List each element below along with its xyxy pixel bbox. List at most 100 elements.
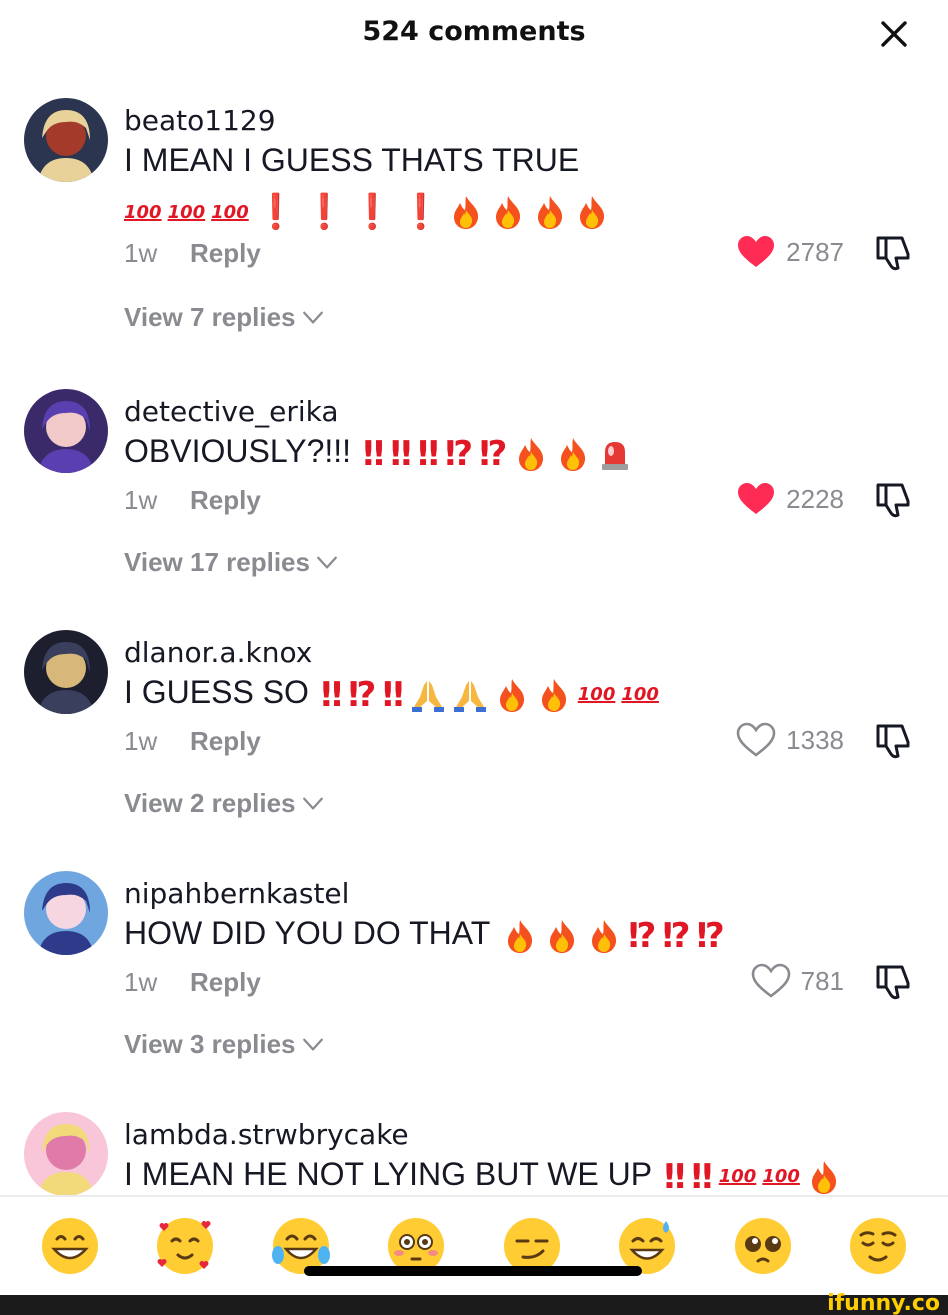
comment-text: HOW DID YOU DO THAT ⁉ ⁉ ⁉ [124, 915, 725, 954]
view-replies-label: View 17 replies [124, 547, 310, 577]
reply-button[interactable]: Reply [190, 485, 261, 515]
hearts-face-emoji[interactable] [154, 1215, 216, 1277]
like-button[interactable]: 781 [751, 963, 844, 999]
comment-emojis: 100 100 100 ❗ ❗ ❗ ❗ [124, 190, 610, 234]
chevron-down-icon [317, 556, 337, 569]
reply-button[interactable]: Reply [190, 238, 261, 268]
exclamation-emoji: ❗ [254, 192, 298, 232]
view-replies-label: View 7 replies [124, 302, 296, 332]
comment-meta: 1w Reply [124, 238, 261, 269]
comment-username[interactable]: dlanor.a.knox [124, 636, 312, 669]
double-exclamation-emoji: ‼ [382, 674, 404, 715]
heart-outline-icon [736, 722, 776, 757]
comment-item: lambda.strwbrycake I MEAN HE NOT LYING BU… [0, 1104, 948, 1195]
pleading-emoji[interactable] [732, 1215, 794, 1277]
chevron-down-icon [302, 311, 323, 324]
grin-emoji[interactable] [39, 1215, 101, 1277]
double-exclamation-emoji: ‼ [390, 433, 412, 474]
like-button[interactable]: 1338 [736, 722, 844, 758]
interrobang-emoji: ⁉ [662, 915, 691, 956]
chevron-down-icon [302, 797, 323, 810]
comment-text: I MEAN I GUESS THATS TRUE [124, 142, 579, 179]
heart-filled-icon [738, 236, 775, 267]
fire-emoji [580, 196, 605, 229]
comment-timestamp: 1w [124, 485, 158, 515]
double-exclamation-emoji: ‼ [320, 674, 343, 715]
avatar[interactable] [24, 871, 108, 955]
watermark-bar: ifunny.co [0, 1291, 948, 1315]
view-replies-button[interactable]: View 2 replies [124, 788, 324, 819]
fire-emoji [499, 678, 524, 712]
comment-item: beato1129 I MEAN I GUESS THATS TRUE 100 100… [0, 90, 948, 381]
view-replies-label: View 2 replies [124, 788, 296, 818]
fire-emoji [538, 196, 563, 229]
comment-username[interactable]: nipahbernkastel [124, 877, 349, 910]
dislike-icon[interactable] [874, 720, 912, 760]
fire-emoji [496, 196, 521, 229]
avatar[interactable] [24, 389, 108, 473]
comment-timestamp: 1w [124, 238, 158, 268]
avatar[interactable] [24, 98, 108, 182]
exclamation-emoji: ❗ [303, 192, 346, 232]
comment-text: I GUESS SO ‼ ⁉ ‼ 100 100 [124, 674, 659, 713]
siren-emoji [602, 441, 629, 470]
view-replies-button[interactable]: View 7 replies [124, 302, 324, 333]
avatar[interactable] [24, 630, 108, 714]
close-icon[interactable] [878, 18, 910, 50]
quick-emoji-bar [0, 1197, 948, 1295]
dislike-icon[interactable] [874, 479, 912, 519]
comment-username[interactable]: detective_erika [124, 395, 339, 428]
comment-text-body: I GUESS SO [124, 674, 309, 710]
double-exclamation-emoji: ‼ [417, 433, 440, 474]
home-indicator [304, 1266, 642, 1276]
double-exclamation-emoji: ‼ [363, 433, 385, 474]
comment-text-body: OBVIOUSLY?!!! [124, 433, 352, 469]
ifunny-watermark: ifunny.co [827, 1291, 940, 1315]
heart-outline-icon [751, 963, 790, 998]
fire-emoji [811, 1160, 836, 1194]
fire-emoji [454, 196, 479, 229]
comment-emojis: ‼ ‼ 100 100 [664, 1159, 842, 1195]
dislike-icon[interactable] [874, 961, 912, 1001]
reply-button[interactable]: Reply [190, 726, 261, 756]
interrobang-emoji: ⁉ [479, 433, 508, 474]
hundred-emoji: 100 [621, 684, 659, 706]
interrobang-emoji: ⁉ [445, 433, 474, 474]
comment-list[interactable]: beato1129 I MEAN I GUESS THATS TRUE 100 100… [0, 90, 948, 1195]
comment-text-body: I MEAN HE NOT LYING BUT WE UP [124, 1156, 653, 1192]
comment-emojis: ‼ ‼ ‼ ⁉ ⁉ [363, 436, 633, 472]
comment-meta: 1w Reply [124, 967, 261, 998]
like-button[interactable]: 2787 [736, 234, 844, 270]
like-button[interactable]: 2228 [736, 481, 844, 517]
chevron-down-icon [302, 1038, 323, 1051]
comment-username[interactable]: lambda.strwbrycake [124, 1118, 409, 1151]
comment-emojis: ⁉ ⁉ ⁉ [502, 918, 725, 954]
hundred-emoji: 100 [167, 201, 206, 223]
avatar[interactable] [24, 1112, 108, 1195]
comment-username[interactable]: beato1129 [124, 104, 276, 137]
interrobang-emoji: ⁉ [628, 915, 657, 956]
view-replies-button[interactable]: View 17 replies [124, 547, 338, 578]
dislike-icon[interactable] [874, 232, 912, 272]
pray-emoji [453, 680, 486, 712]
like-count: 781 [800, 965, 844, 996]
hundred-emoji: 100 [124, 201, 162, 223]
like-count: 2228 [786, 483, 844, 514]
view-replies-button[interactable]: View 3 replies [124, 1029, 324, 1060]
comment-item: detective_erika OBVIOUSLY?!!! ‼ ‼ ‼ ⁉ ⁉ 1w Reply… [0, 381, 948, 622]
fire-emoji [508, 919, 533, 953]
double-exclamation-emoji: ‼ [691, 1156, 713, 1195]
pray-emoji [411, 680, 444, 712]
relieved-emoji[interactable] [847, 1215, 909, 1277]
comment-item: dlanor.a.knox I GUESS SO ‼ ⁉ ‼ 100 100 1w Reply 1… [0, 622, 948, 863]
comment-meta: 1w Reply [124, 485, 261, 516]
heart-filled-icon [738, 483, 775, 514]
hundred-emoji: 100 [762, 1166, 800, 1188]
reply-button[interactable]: Reply [190, 967, 261, 997]
interrobang-emoji: ⁉ [348, 674, 377, 715]
fire-emoji [592, 919, 617, 953]
comment-text-body: I MEAN I GUESS THATS TRUE [124, 142, 580, 178]
hundred-emoji: 100 [211, 201, 249, 223]
comments-count-title: 524 comments [362, 16, 586, 47]
fire-emoji [519, 437, 544, 471]
